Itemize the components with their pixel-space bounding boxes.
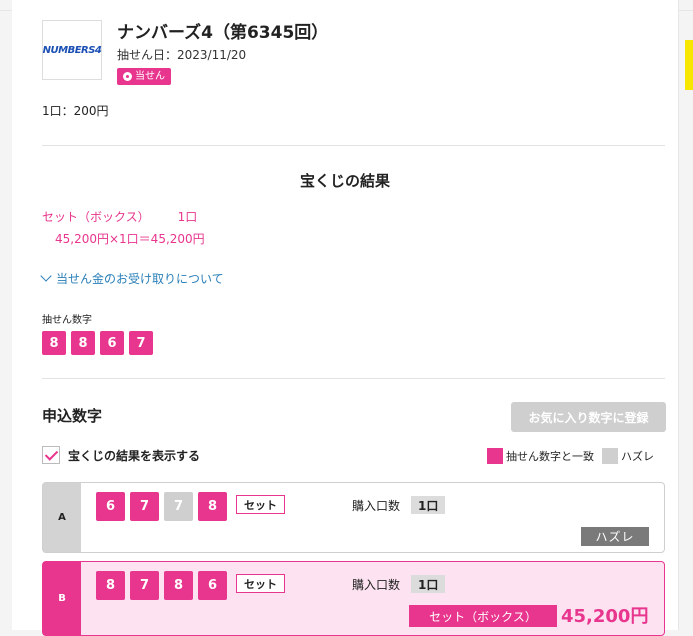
entry-digit: 6 [96, 492, 125, 521]
legend-miss-label: ハズレ [621, 450, 654, 463]
drawn-digit: 6 [100, 331, 124, 355]
side-accent [685, 40, 693, 90]
logo-text: NUMBERS4 [42, 44, 102, 56]
entry-digits: 6 7 7 8 [96, 492, 227, 521]
prize-count: 1口 [177, 210, 198, 224]
entry-type-tag: セット [236, 574, 285, 593]
section-divider [42, 378, 665, 379]
entry-row-a: A 6 7 7 8 セット 購入口数 1口 ハズレ [42, 482, 665, 553]
chevron-down-icon [40, 270, 52, 282]
prize-claim-link[interactable]: 当せん金のお受け取りについて [40, 270, 224, 287]
page-title: ナンバーズ4（第6345回） [117, 23, 329, 43]
badge-label: 当せん [135, 71, 165, 82]
add-favorite-button[interactable]: お気に入り数字に登録 [511, 402, 666, 432]
show-results-checkbox[interactable] [42, 446, 60, 464]
legend-match-label: 抽せん数字と一致 [506, 450, 594, 463]
entry-row-b: B 8 7 8 6 セット 購入口数 1口 セット（ボックス） 45,200円 [42, 561, 665, 636]
target-icon [123, 72, 132, 81]
prize-claim-link-label: 当せん金のお受け取りについて [56, 272, 224, 286]
entry-digits: 8 7 8 6 [96, 571, 227, 600]
lose-badge: ハズレ [581, 527, 649, 546]
quantity-label: 購入口数 [352, 499, 401, 513]
unit-price: 1口：200円 [42, 104, 109, 118]
drawn-digit: 8 [42, 331, 66, 355]
section-divider [42, 145, 665, 146]
entry-digit: 8 [164, 571, 193, 600]
win-amount: 45,200円 [561, 606, 649, 627]
drawn-digit: 7 [129, 331, 153, 355]
quantity-value: 1口 [411, 575, 446, 593]
show-results-label: 宝くじの結果を表示する [68, 448, 201, 463]
entry-digit: 8 [198, 492, 227, 521]
draw-date: 抽せん日：2023/11/20 [117, 48, 247, 62]
show-results-toggle[interactable]: 宝くじの結果を表示する [42, 446, 200, 464]
quantity-value: 1口 [411, 496, 446, 514]
prize-type-line: セット（ボックス） 1口 [42, 208, 197, 225]
entry-digit: 8 [96, 571, 125, 600]
entry-type-tag: セット [236, 495, 285, 514]
entry-digit: 6 [198, 571, 227, 600]
entry-digit: 7 [130, 571, 159, 600]
win-type-badge: セット（ボックス） [409, 605, 557, 627]
result-card: NUMBERS4 ナンバーズ4（第6345回） 抽せん日：2023/11/20 … [12, 0, 679, 636]
winning-badge: 当せん [117, 68, 171, 85]
drawn-numbers: 8 8 6 7 [42, 331, 153, 355]
quantity-label: 購入口数 [352, 578, 401, 592]
results-heading: 宝くじの結果 [299, 172, 390, 190]
entry-row-label: A [43, 483, 81, 552]
entry-digit: 7 [164, 492, 193, 521]
entry-digit: 7 [130, 492, 159, 521]
drawn-digit: 8 [71, 331, 95, 355]
entries-heading: 申込数字 [42, 407, 103, 425]
drawn-numbers-label: 抽せん数字 [42, 315, 92, 326]
numbers4-logo: NUMBERS4 [42, 20, 102, 80]
legend-swatch-match [487, 448, 503, 464]
legend: 抽せん数字と一致 ハズレ [487, 448, 654, 464]
prize-calculation: 45,200円×1口＝45,200円 [55, 232, 205, 246]
prize-type: セット（ボックス） [42, 210, 150, 224]
entry-row-label: B [43, 562, 81, 635]
legend-swatch-miss [602, 448, 618, 464]
